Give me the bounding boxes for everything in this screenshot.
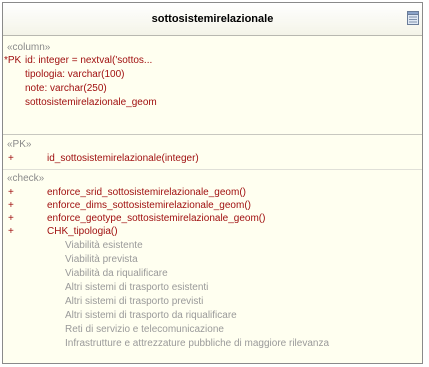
check-value: Viabilità da riqualificare [65,268,168,279]
check-item[interactable]: enforce_geotype_sottosistemirelazionale_… [47,213,265,224]
check-marker: + [8,213,14,224]
column-item[interactable]: tipologia: varchar(100) [25,69,125,80]
check-section: «check» + enforce_srid_sottosistemirelaz… [3,170,422,365]
table-icon [407,11,419,25]
check-stereotype: «check» [7,173,45,184]
pk-stereotype: «PK» [7,139,32,150]
uml-table-box[interactable]: sottosistemirelazionale «column» *PK id:… [2,2,423,364]
check-value: Viabilità esistente [65,240,143,251]
table-header: sottosistemirelazionale [3,3,422,36]
check-marker: + [8,200,14,211]
check-marker: + [8,187,14,198]
check-item[interactable]: CHK_tipologia() [47,226,118,237]
check-value: Altri sistemi di trasporto esistenti [65,282,209,293]
check-value: Altri sistemi di trasporto previsti [65,296,204,307]
check-value: Viabilità prevista [65,254,138,265]
column-item[interactable]: sottosistemirelazionale_geom [25,97,157,108]
column-item[interactable]: id: integer = nextval('sottos... [25,55,152,66]
column-item[interactable]: note: varchar(250) [25,83,107,94]
columns-section: «column» *PK id: integer = nextval('sott… [3,36,422,134]
pk-item[interactable]: id_sottosistemirelazionale(integer) [47,153,199,164]
columns-stereotype: «column» [7,42,51,53]
pk-marker: + [8,153,14,164]
table-title: sottosistemirelazionale [151,13,274,25]
pk-section: «PK» + id_sottosistemirelazionale(intege… [3,135,422,169]
check-marker: + [8,226,14,237]
check-value: Reti di servizio e telecomunicazione [65,324,224,335]
check-value: Infrastrutture e attrezzature pubbliche … [65,338,330,349]
check-item[interactable]: enforce_dims_sottosistemirelazionale_geo… [47,200,251,211]
check-value: Altri sistemi di trasporto da riqualific… [65,310,237,321]
check-item[interactable]: enforce_srid_sottosistemirelazionale_geo… [47,187,246,198]
pk-column-marker: *PK [4,55,22,66]
